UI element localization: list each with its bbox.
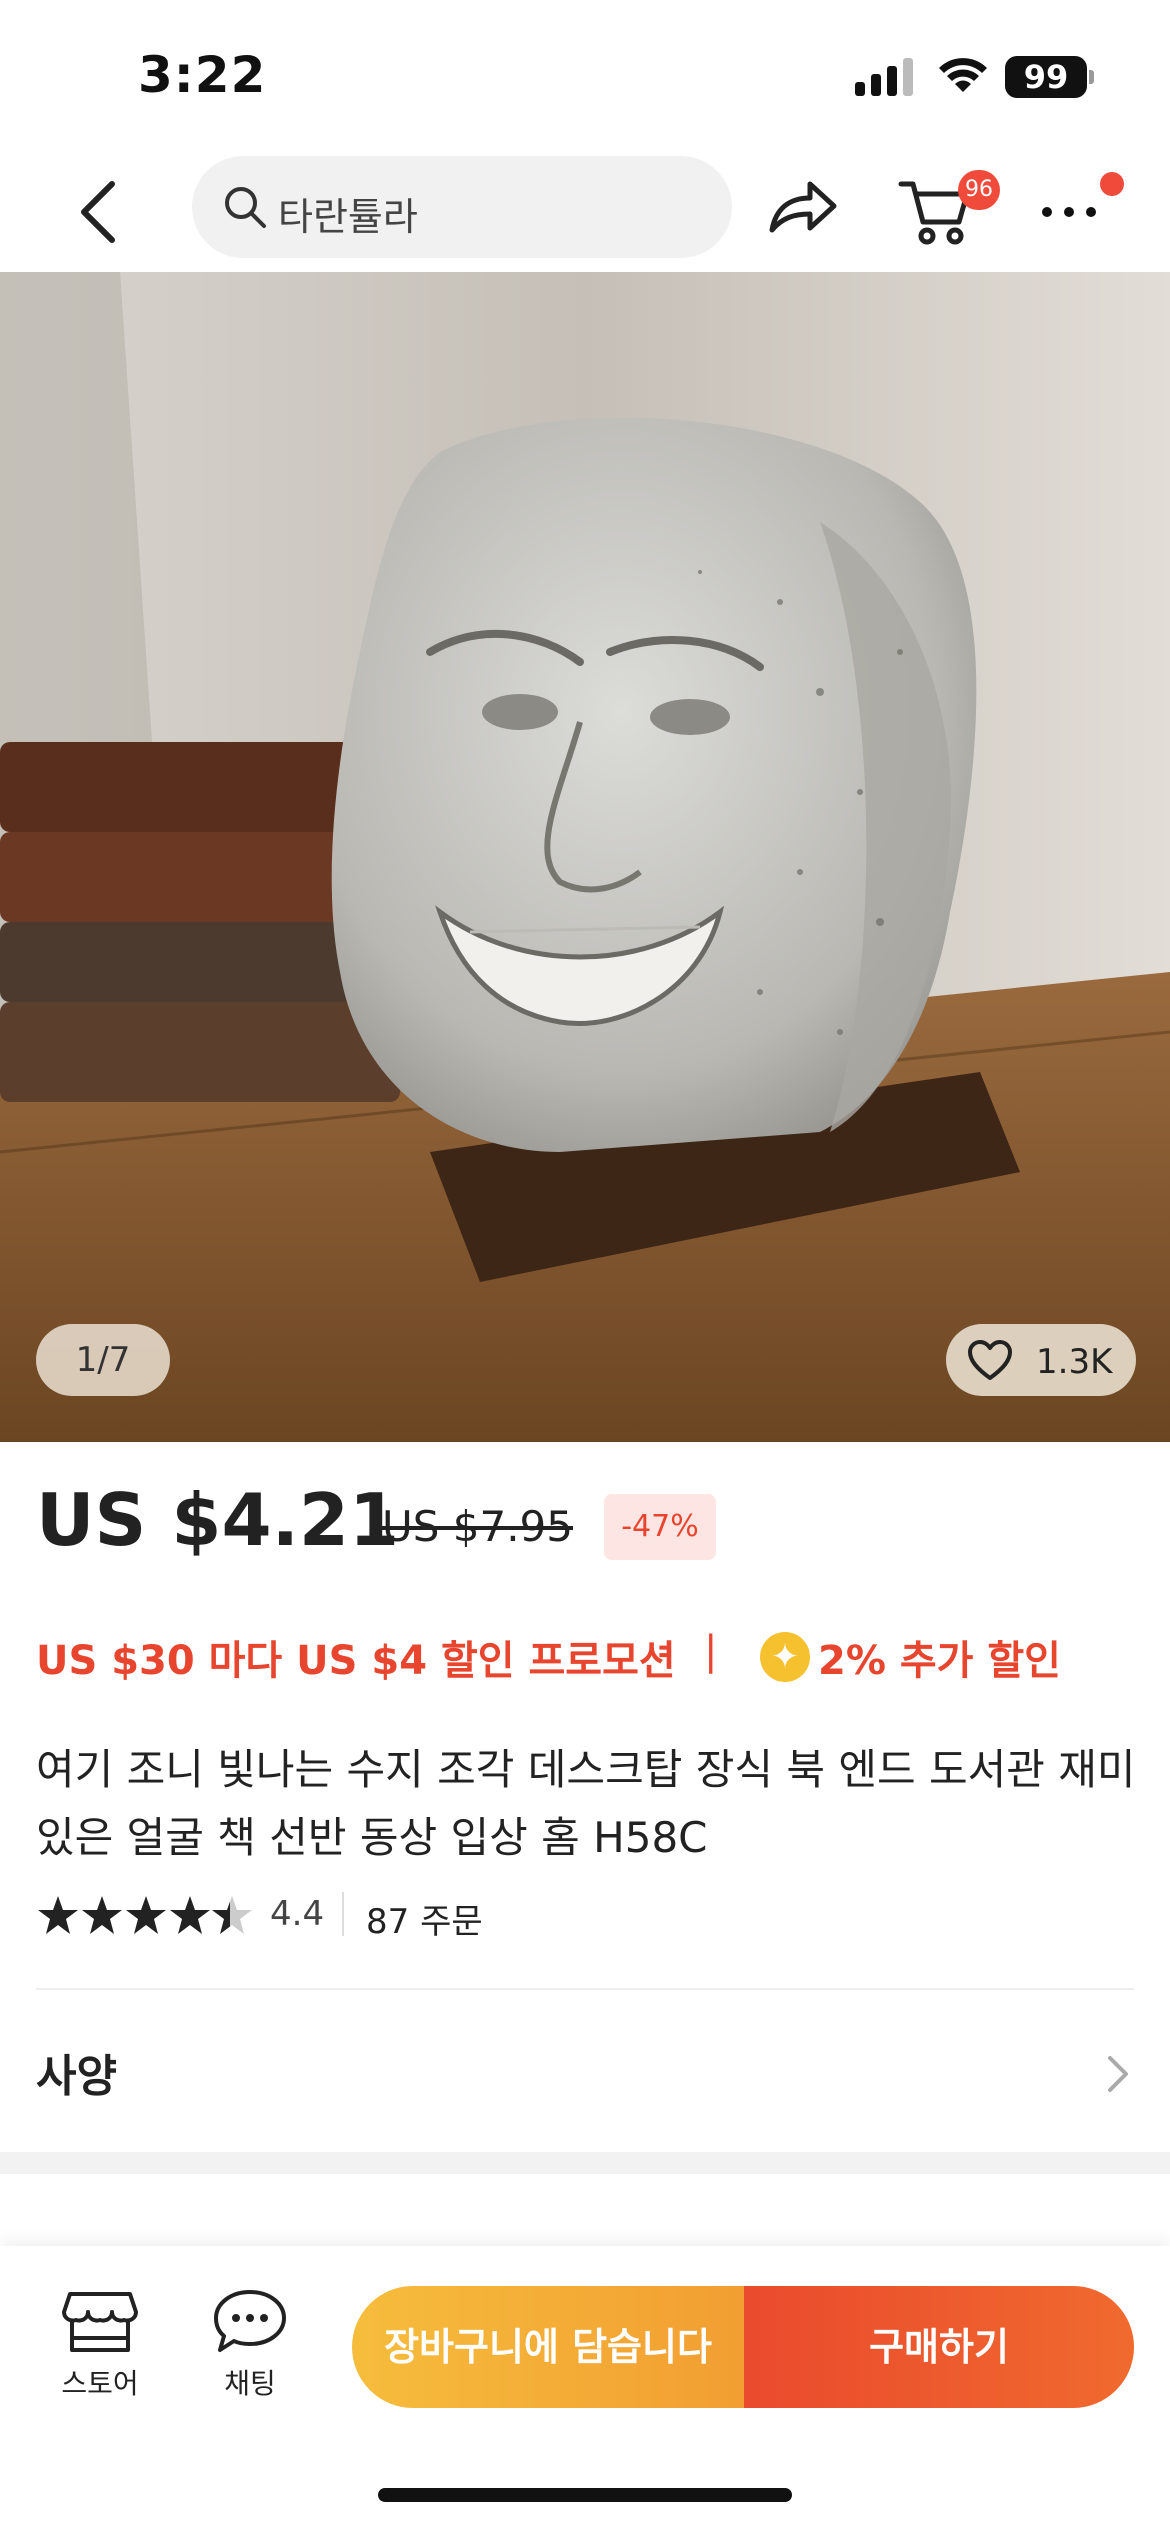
chevron-right-icon [1108, 2056, 1128, 2092]
add-to-cart-button[interactable]: 장바구니에 담습니다 [352, 2286, 744, 2408]
more-icon[interactable] [1040, 195, 1100, 225]
original-price: US $7.95 [382, 1502, 573, 1551]
purchase-actions: 장바구니에 담습니다 구매하기 [352, 2286, 1134, 2408]
bookend-sculpture-photo [0, 272, 1170, 1442]
product-title: 여기 조니 빛나는 수지 조각 데스크탑 장식 북 엔드 도서관 재미 있은 얼… [36, 1745, 1136, 1862]
promotion-row[interactable]: US $30 마다 US $4 할인 프로모션 | ✦ 2% 추가 할인 [36, 1628, 1146, 1688]
image-counter: 1/7 [36, 1324, 170, 1396]
home-indicator [378, 2488, 792, 2502]
chat-icon [214, 2290, 286, 2352]
current-price: US $4.21 [36, 1478, 400, 1562]
battery-indicator: 99 [1005, 56, 1094, 98]
search-icon [225, 187, 266, 228]
specifications-label: 사양 [36, 2051, 117, 2102]
divider [36, 1988, 1134, 1990]
promotion-divider: | [704, 1628, 718, 1674]
like-count: 1.3K [1036, 1342, 1113, 1382]
search-input[interactable]: 타란튤라 [192, 156, 732, 258]
order-count: 87 주문 [366, 1902, 483, 1942]
store-icon [62, 2292, 138, 2352]
top-nav: 타란튤라 96 [0, 150, 1170, 272]
status-time: 3:22 [138, 46, 267, 104]
chat-label: 채팅 [224, 2367, 276, 2400]
store-label: 스토어 [61, 2367, 139, 2400]
wishlist-button[interactable]: 1.3K [946, 1324, 1136, 1396]
rating-divider [342, 1892, 344, 1936]
extra-discount-text: 2% 추가 할인 [818, 1638, 1061, 1684]
star-rating-icon [38, 1896, 252, 1934]
rating-row[interactable]: 4.4 87 주문 [36, 1888, 1146, 1944]
specifications-row[interactable]: 사양 [0, 2020, 1170, 2120]
rating-value: 4.4 [270, 1894, 325, 1934]
section-separator [0, 2152, 1170, 2174]
search-placeholder: 타란튤라 [278, 195, 418, 239]
signal-icon [855, 58, 915, 96]
status-bar: 3:22 99 [0, 0, 1170, 150]
promotion-text: US $30 마다 US $4 할인 프로모션 [36, 1638, 676, 1684]
heart-icon [968, 1340, 1012, 1380]
chat-button[interactable]: 채팅 [190, 2286, 310, 2416]
store-button[interactable]: 스토어 [40, 2286, 160, 2416]
buy-now-button[interactable]: 구매하기 [744, 2286, 1134, 2408]
coin-icon: ✦ [760, 1632, 810, 1682]
wifi-icon [939, 58, 987, 92]
back-icon[interactable] [60, 172, 140, 252]
share-icon[interactable] [762, 172, 842, 242]
discount-badge: -47% [604, 1494, 716, 1560]
notification-dot [1100, 172, 1124, 196]
cart-badge: 96 [958, 170, 1000, 210]
product-image[interactable] [0, 272, 1170, 1442]
